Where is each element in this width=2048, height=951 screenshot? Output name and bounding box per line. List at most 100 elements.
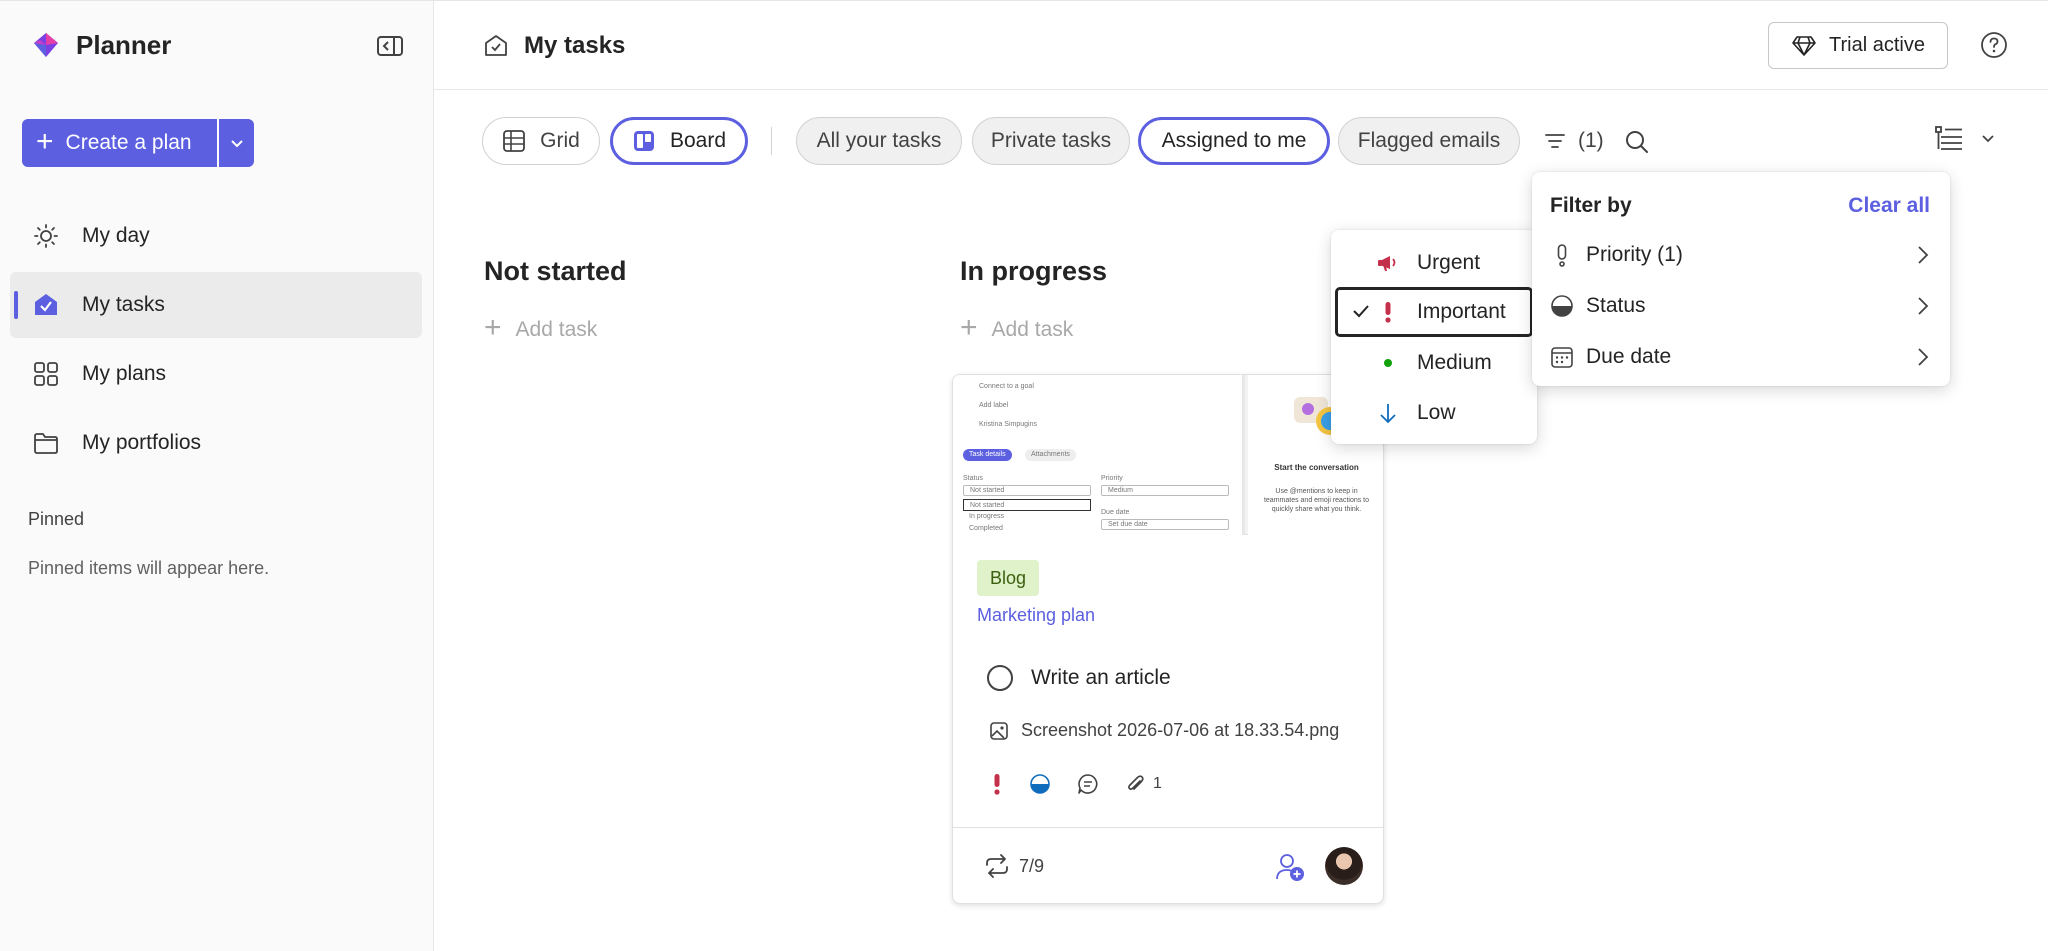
filter-row-label: Status (1586, 294, 1646, 317)
priority-label: Medium (1417, 351, 1492, 374)
repeat-checklist-icon (986, 854, 1008, 878)
panel-collapse-icon (377, 36, 403, 56)
megaphone-icon (1377, 252, 1399, 274)
trial-label: Trial active (1829, 34, 1925, 56)
planner-logo-icon (34, 33, 58, 57)
preview-text: Medium (1101, 485, 1229, 496)
filter-button[interactable]: (1) (1544, 129, 1604, 153)
sidebar-item-label: My day (82, 224, 150, 247)
filter-row-label: Due date (1586, 345, 1672, 368)
brand[interactable]: Planner (30, 29, 171, 61)
help-icon[interactable] (1980, 31, 2008, 59)
page-title: My tasks (524, 32, 626, 59)
preview-text: Completed (969, 525, 1003, 532)
sidebar-item-my-portfolios[interactable]: My portfolios (10, 410, 422, 476)
filter-flagged-emails-button[interactable]: Flagged emails (1338, 117, 1520, 165)
preview-text: Task details (963, 449, 1012, 461)
create-plan-group: + Create a plan (22, 119, 254, 167)
filter-label: Assigned to me (1161, 129, 1307, 152)
collapse-sidebar-button[interactable] (374, 33, 406, 59)
sun-icon (32, 222, 60, 250)
important-priority-icon (994, 774, 1000, 795)
preview-text: Attachments (1025, 449, 1076, 461)
preview-text: Priority (1101, 475, 1123, 482)
checklist-progress[interactable]: 7/9 (983, 854, 1044, 878)
attachment-row[interactable]: Screenshot 2026-07-06 at 18.33.54.png (989, 720, 1339, 741)
diamond-icon (1792, 35, 1816, 56)
sidebar-nav: My day My tasks My plans My portfolios (10, 203, 422, 479)
header: My tasks Trial active (434, 0, 2048, 90)
preview-text: Status (963, 475, 983, 482)
filter-label: Private tasks (990, 129, 1112, 152)
add-task-label: Add task (515, 318, 598, 341)
clear-all-button[interactable]: Clear all (1848, 194, 1930, 218)
avatar[interactable] (1325, 847, 1363, 885)
plus-icon: + (484, 311, 502, 344)
chevron-right-icon (1918, 348, 1929, 366)
chevron-down-icon (230, 140, 243, 148)
chevron-right-icon (1918, 297, 1929, 315)
search-icon[interactable] (1624, 129, 1650, 155)
add-task-button[interactable]: + Add task (960, 311, 1074, 345)
grid-table-icon (503, 130, 526, 152)
sidebar-item-my-tasks[interactable]: My tasks (10, 272, 422, 338)
filter-label: All your tasks (816, 129, 942, 152)
preview-text: Not started (963, 499, 1091, 511)
priority-icon (1550, 243, 1574, 267)
attachment-count-value: 1 (1153, 775, 1162, 792)
create-plan-button[interactable]: + Create a plan (22, 119, 217, 167)
chevron-down-icon[interactable] (1980, 130, 1996, 146)
filter-icon (1545, 134, 1565, 148)
priority-option-low[interactable]: Low (1335, 388, 1533, 438)
preview-text: Start the conversation (1274, 463, 1359, 472)
priority-option-urgent[interactable]: Urgent (1335, 238, 1533, 288)
task-meta-row: 1 (991, 773, 1162, 795)
filter-assigned-to-me-button[interactable]: Assigned to me (1138, 117, 1330, 165)
label-tag[interactable]: Blog (977, 560, 1040, 596)
trial-active-button[interactable]: Trial active (1768, 22, 1948, 69)
plan-link[interactable]: Marketing plan (977, 605, 1095, 626)
filter-row-priority[interactable]: Priority (1) (1532, 230, 1950, 280)
filter-label: Flagged emails (1357, 129, 1501, 152)
filter-panel: Filter by Clear all Priority (1) Status … (1532, 172, 1950, 386)
add-task-button[interactable]: + Add task (484, 311, 598, 345)
add-task-label: Add task (991, 318, 1074, 341)
preview-text: Kristina Simpugins (979, 421, 1037, 428)
paperclip-icon (1128, 775, 1144, 790)
view-board-button[interactable]: Board (610, 117, 748, 165)
group-by-icon[interactable] (1934, 124, 1964, 154)
sidebar-item-label: My plans (82, 362, 167, 385)
view-grid-button[interactable]: Grid (482, 117, 600, 165)
attachment-count[interactable]: 1 (1125, 773, 1162, 795)
assign-person-icon[interactable] (1275, 852, 1305, 882)
calendar-icon (1550, 345, 1574, 369)
tasks-outline-icon (485, 35, 507, 56)
create-plan-dropdown-button[interactable] (219, 119, 254, 167)
priority-label: Urgent (1417, 251, 1481, 274)
attachment-name: Screenshot 2026-07-06 at 18.33.54.png (1021, 720, 1340, 740)
filter-row-status[interactable]: Status (1532, 281, 1950, 331)
task-card[interactable]: Connect to a goal Add label Kristina Sim… (952, 374, 1384, 904)
checkmark-icon (1352, 300, 1370, 324)
exclamation-icon (1377, 301, 1399, 323)
sidebar-item-my-day[interactable]: My day (10, 203, 422, 269)
column-title-in-progress: In progress (960, 256, 1108, 286)
priority-option-important[interactable]: Important (1335, 287, 1533, 337)
preview-text: Due date (1101, 509, 1130, 516)
sidebar-item-label: My portfolios (82, 431, 202, 454)
complete-task-checkbox[interactable] (987, 665, 1013, 691)
comment-icon[interactable] (1077, 773, 1099, 795)
filter-private-tasks-button[interactable]: Private tasks (972, 117, 1130, 165)
card-footer: 7/9 (953, 827, 1383, 903)
checklist-count: 7/9 (1019, 855, 1045, 876)
pinned-heading: Pinned (28, 509, 85, 529)
sidebar-item-my-plans[interactable]: My plans (10, 341, 422, 407)
priority-label: Important (1417, 300, 1506, 323)
priority-label: Low (1417, 401, 1456, 424)
filter-all-tasks-button[interactable]: All your tasks (796, 117, 962, 165)
tasks-icon (32, 291, 60, 319)
priority-option-medium[interactable]: Medium (1335, 338, 1533, 388)
filter-row-due-date[interactable]: Due date (1532, 332, 1950, 382)
sidebar: Planner + Create a plan My day My tasks … (0, 0, 434, 951)
pinned-empty-text: Pinned items will appear here. (28, 558, 270, 578)
